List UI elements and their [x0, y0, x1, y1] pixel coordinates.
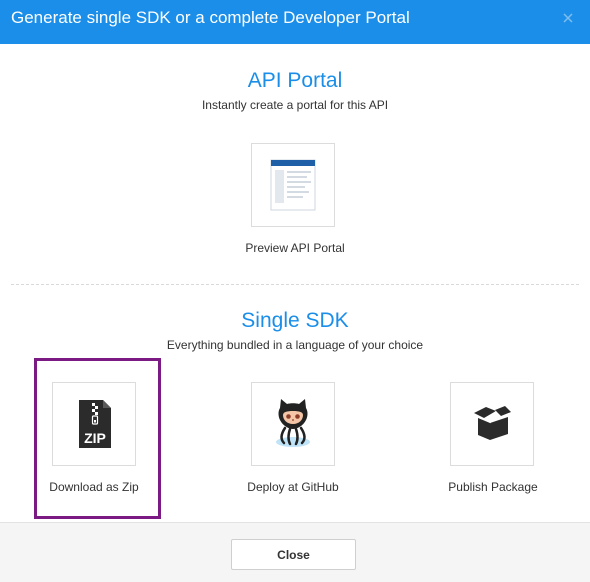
github-octocat-icon [276, 399, 310, 447]
publish-package-tile[interactable] [450, 382, 534, 466]
deploy-at-github-tile[interactable] [251, 382, 335, 466]
deploy-at-github-option[interactable]: Deploy at GitHub [213, 382, 373, 496]
dialog-footer: Close [0, 522, 590, 582]
download-as-zip-tile[interactable]: ZIP [52, 382, 136, 466]
preview-api-portal-option[interactable]: Preview API Portal [215, 143, 375, 257]
package-box-icon [474, 406, 511, 440]
download-as-zip-option[interactable]: ZIP Download as Zip [14, 382, 174, 496]
close-button[interactable]: Close [231, 539, 356, 570]
dialog-title: Generate single SDK or a complete Develo… [11, 8, 410, 27]
publish-package-option[interactable]: Publish Package [413, 382, 573, 496]
single-sdk-subtitle: Everything bundled in a language of your… [166, 338, 424, 352]
preview-api-portal-tile[interactable] [251, 143, 335, 227]
preview-api-portal-label: Preview API Portal [245, 241, 345, 255]
close-icon[interactable] [560, 10, 576, 26]
generate-sdk-dialog: Generate single SDK or a complete Develo… [0, 0, 590, 582]
svg-text:ZIP: ZIP [84, 430, 106, 446]
download-as-zip-label: Download as Zip [49, 480, 139, 494]
api-portal-title: API Portal [247, 69, 343, 92]
section-divider [11, 284, 579, 285]
api-portal-subtitle: Instantly create a portal for this API [201, 98, 389, 112]
deploy-at-github-label: Deploy at GitHub [247, 480, 339, 494]
portal-preview-icon [270, 159, 316, 211]
zip-file-icon: ZIP [79, 400, 111, 448]
dialog-header: Generate single SDK or a complete Develo… [0, 0, 590, 44]
publish-package-label: Publish Package [448, 480, 538, 494]
single-sdk-title: Single SDK [241, 309, 349, 332]
